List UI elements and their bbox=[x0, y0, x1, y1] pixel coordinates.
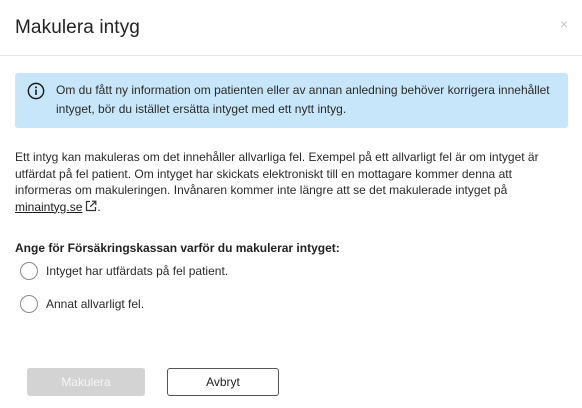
revoke-button[interactable]: Makulera bbox=[27, 368, 145, 396]
radio-button[interactable] bbox=[20, 262, 38, 280]
cancel-button[interactable]: Avbryt bbox=[167, 368, 279, 396]
reason-option-wrong-patient[interactable]: Intyget har utfärdats på fel patient. bbox=[20, 262, 228, 280]
dialog-footer: Makulera Avbryt bbox=[0, 354, 582, 408]
description-text: Ett intyg kan makuleras om det innehålle… bbox=[15, 149, 571, 215]
minaintyg-link[interactable]: minaintyg.se bbox=[15, 200, 82, 214]
info-banner: Om du fått ny information om patienten e… bbox=[15, 73, 568, 128]
dialog-title: Makulera intyg bbox=[15, 17, 140, 38]
description-text-end: . bbox=[97, 199, 101, 214]
info-circle-icon bbox=[27, 82, 45, 100]
info-banner-text: Om du fått ny information om patienten e… bbox=[56, 83, 550, 116]
external-link-icon[interactable] bbox=[85, 200, 97, 212]
reason-option-label: Intyget har utfärdats på fel patient. bbox=[46, 264, 229, 278]
radio-button[interactable] bbox=[20, 295, 38, 313]
reason-option-label: Annat allvarligt fel. bbox=[46, 297, 145, 311]
description-text-start: Ett intyg kan makuleras om det innehålle… bbox=[15, 150, 539, 197]
revoke-certificate-dialog: Makulera intyg × Om du fått ny informati… bbox=[0, 0, 582, 408]
dialog-header: Makulera intyg × bbox=[0, 0, 582, 56]
reason-question: Ange för Försäkringskassan varför du mak… bbox=[15, 241, 340, 255]
close-icon[interactable]: × bbox=[556, 16, 572, 32]
reason-option-other-error[interactable]: Annat allvarligt fel. bbox=[20, 295, 144, 313]
